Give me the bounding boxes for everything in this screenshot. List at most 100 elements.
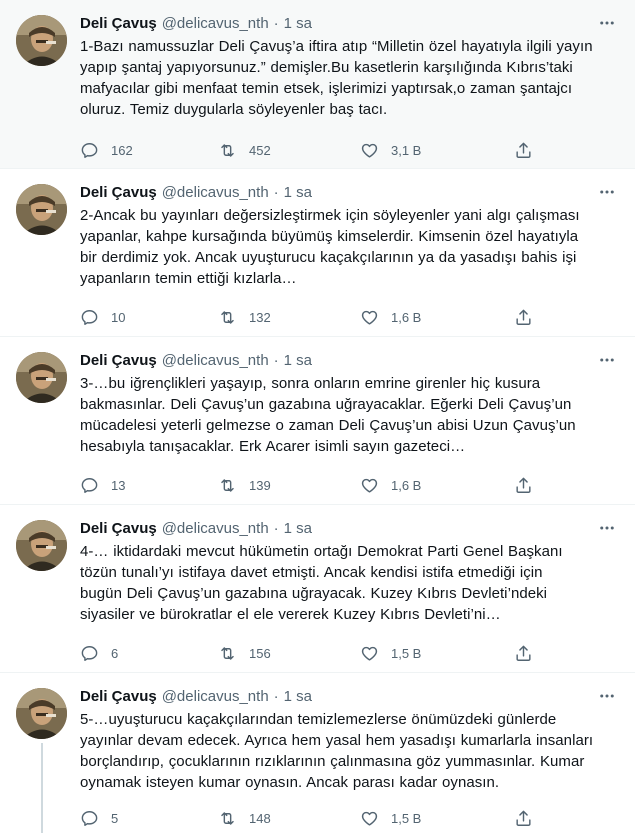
author-handle[interactable]: @delicavus_nth	[162, 687, 269, 707]
share-button[interactable]	[514, 644, 534, 663]
reply-button[interactable]: 162	[80, 141, 218, 160]
tweet-actions: 6 156 1,5 B	[80, 643, 534, 663]
reply-icon	[81, 645, 98, 661]
reply-count: 6	[111, 645, 119, 661]
tweet-text: 2-Ancak bu yayınları değersizleştirmek i…	[80, 207, 580, 287]
retweet-button[interactable]: 452	[218, 141, 360, 160]
reply-icon	[81, 810, 98, 826]
reply-count: 13	[111, 477, 126, 493]
retweet-count: 452	[249, 142, 271, 158]
like-icon	[361, 310, 378, 325]
retweet-button[interactable]: 139	[218, 476, 360, 495]
share-icon	[516, 477, 531, 493]
tweet[interactable]: Deli Çavuş @delicavus_nth · 1 sa 5-…uyuş…	[0, 673, 635, 833]
like-count: 1,6 B	[391, 477, 422, 493]
reply-button[interactable]: 6	[80, 644, 218, 663]
author-name[interactable]: Deli Çavuş	[80, 351, 157, 371]
author-name[interactable]: Deli Çavuş	[80, 687, 157, 707]
avatar[interactable]	[16, 15, 67, 66]
share-button[interactable]	[514, 809, 534, 828]
thread-line	[41, 743, 43, 833]
avatar-portrait-icon	[16, 184, 67, 235]
reply-count: 5	[111, 810, 119, 826]
tweet-time[interactable]: 1 sa	[284, 183, 312, 203]
reply-button[interactable]: 10	[80, 308, 218, 327]
more-icon[interactable]	[597, 518, 617, 538]
like-count: 1,6 B	[391, 309, 422, 325]
tweet-header: Deli Çavuş @delicavus_nth · 1 sa	[80, 351, 619, 371]
more-icon[interactable]	[597, 13, 617, 33]
author-name[interactable]: Deli Çavuş	[80, 183, 157, 203]
tweet-actions: 10 132 1,6 B	[80, 307, 534, 327]
retweet-count: 148	[249, 810, 271, 826]
tweet-time[interactable]: 1 sa	[284, 519, 312, 539]
reply-button[interactable]: 5	[80, 809, 218, 828]
tweet-header: Deli Çavuş @delicavus_nth · 1 sa	[80, 183, 619, 203]
more-icon[interactable]	[597, 182, 617, 202]
author-handle[interactable]: @delicavus_nth	[162, 14, 269, 34]
tweet-text: 4-… iktidardaki mevcut hükümetin ortağı …	[80, 543, 563, 623]
avatar[interactable]	[16, 352, 67, 403]
like-count: 1,5 B	[391, 645, 422, 661]
like-icon	[361, 646, 378, 661]
like-button[interactable]: 1,5 B	[360, 809, 514, 828]
retweet-count: 139	[249, 477, 271, 493]
share-icon	[516, 645, 531, 661]
retweet-icon	[221, 310, 234, 324]
author-handle[interactable]: @delicavus_nth	[162, 183, 269, 203]
like-button[interactable]: 1,6 B	[360, 308, 514, 327]
author-handle[interactable]: @delicavus_nth	[162, 519, 269, 539]
like-button[interactable]: 1,5 B	[360, 644, 514, 663]
tweet[interactable]: Deli Çavuş @delicavus_nth · 1 sa 4-… ikt…	[0, 505, 635, 673]
reply-button[interactable]: 13	[80, 476, 218, 495]
more-icon[interactable]	[597, 350, 617, 370]
separator-dot: ·	[273, 184, 279, 201]
avatar[interactable]	[16, 184, 67, 235]
separator-dot: ·	[273, 688, 279, 705]
retweet-icon	[221, 143, 234, 157]
tweet-header: Deli Çavuş @delicavus_nth · 1 sa	[80, 687, 619, 707]
separator-dot: ·	[273, 520, 279, 537]
retweet-button[interactable]: 132	[218, 308, 360, 327]
share-button[interactable]	[514, 476, 534, 495]
retweet-icon	[221, 646, 234, 660]
tweet-actions: 13 139 1,6 B	[80, 475, 534, 495]
tweet-time[interactable]: 1 sa	[284, 687, 312, 707]
author-name[interactable]: Deli Çavuş	[80, 14, 157, 34]
tweet-header: Deli Çavuş @delicavus_nth · 1 sa	[80, 14, 619, 34]
tweet-text: 5-…uyuşturucu kaçakçılarından temizlemez…	[80, 711, 594, 791]
retweet-button[interactable]: 156	[218, 644, 360, 663]
avatar[interactable]	[16, 688, 67, 739]
like-icon	[361, 811, 378, 826]
retweet-button[interactable]: 148	[218, 809, 360, 828]
like-count: 3,1 B	[391, 142, 422, 158]
retweet-count: 156	[249, 645, 271, 661]
tweet[interactable]: Deli Çavuş @delicavus_nth · 1 sa 1-Bazı …	[0, 0, 635, 169]
separator-dot: ·	[273, 352, 279, 369]
tweet[interactable]: Deli Çavuş @delicavus_nth · 1 sa 3-…bu i…	[0, 337, 635, 505]
tweet-text: 3-…bu iğrençlikleri yaşayıp, sonra onlar…	[80, 375, 576, 455]
share-icon	[516, 142, 531, 158]
tweet-thread: Deli Çavuş @delicavus_nth · 1 sa 1-Bazı …	[0, 0, 635, 833]
reply-count: 10	[111, 309, 126, 325]
tweet-actions: 5 148 1,5 B	[80, 808, 534, 828]
tweet[interactable]: Deli Çavuş @delicavus_nth · 1 sa 2-Ancak…	[0, 169, 635, 337]
share-icon	[516, 810, 531, 826]
share-button[interactable]	[514, 308, 534, 327]
retweet-icon	[221, 811, 234, 825]
like-button[interactable]: 3,1 B	[360, 141, 514, 160]
tweet-time[interactable]: 1 sa	[284, 14, 312, 34]
author-handle[interactable]: @delicavus_nth	[162, 351, 269, 371]
avatar-portrait-icon	[16, 15, 67, 66]
avatar[interactable]	[16, 520, 67, 571]
like-count: 1,5 B	[391, 810, 422, 826]
like-button[interactable]: 1,6 B	[360, 476, 514, 495]
tweet-time[interactable]: 1 sa	[284, 351, 312, 371]
share-button[interactable]	[514, 141, 534, 160]
avatar-portrait-icon	[16, 520, 67, 571]
author-name[interactable]: Deli Çavuş	[80, 519, 157, 539]
avatar-portrait-icon	[16, 352, 67, 403]
more-icon[interactable]	[597, 686, 617, 706]
share-icon	[516, 309, 531, 325]
reply-icon	[81, 142, 98, 158]
